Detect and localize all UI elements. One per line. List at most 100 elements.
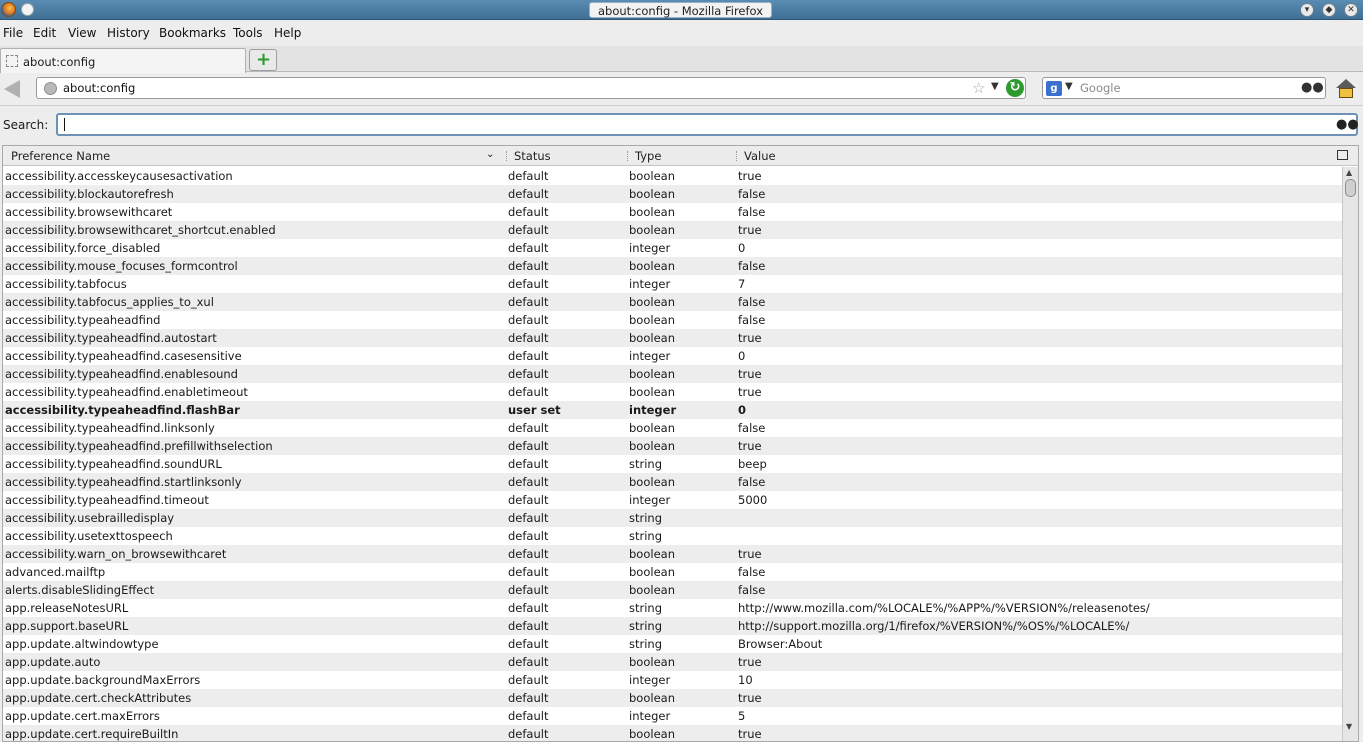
minimize-icon[interactable]: ▾	[1300, 3, 1314, 17]
table-row[interactable]: app.update.cert.checkAttributes default bo…	[3, 689, 1342, 707]
table-row[interactable]: accessibility.typeaheadfind default boolea…	[3, 311, 1342, 329]
column-status[interactable]: Status	[514, 149, 551, 163]
column-picker-icon[interactable]	[1337, 150, 1348, 160]
menu-tools[interactable]: Tools	[233, 26, 263, 40]
status-cell: default	[508, 709, 549, 723]
type-cell: boolean	[629, 205, 675, 219]
preference-name-cell: accessibility.accesskeycausesactivation	[5, 169, 233, 183]
back-arrow-icon[interactable]	[4, 80, 20, 98]
table-row[interactable]: accessibility.typeaheadfind.casesensitiv…	[3, 347, 1342, 365]
value-cell: true	[738, 547, 762, 561]
url-bar[interactable]: about:config ☆ ▼ ↻	[36, 77, 1026, 99]
table-row[interactable]: accessibility.tabfocus default integer 7	[3, 275, 1342, 293]
home-icon[interactable]	[1336, 79, 1356, 99]
type-cell: boolean	[629, 727, 675, 741]
table-row[interactable]: accessibility.warn_on_browsewithcaret def…	[3, 545, 1342, 563]
table-row[interactable]: accessibility.typeaheadfind.enablesound d…	[3, 365, 1342, 383]
column-value[interactable]: Value	[744, 149, 776, 163]
close-icon[interactable]: ✕	[1344, 3, 1358, 17]
table-row[interactable]: accessibility.typeaheadfind.startlinkson…	[3, 473, 1342, 491]
table-row[interactable]: accessibility.typeaheadfind.enabletimeou…	[3, 383, 1342, 401]
url-text[interactable]: about:config	[63, 81, 135, 95]
config-search-input[interactable]: ●●	[56, 113, 1359, 136]
type-cell: boolean	[629, 655, 675, 669]
firefox-icon[interactable]	[1, 2, 16, 17]
table-row[interactable]: accessibility.browsewithcaret_shortcut.e…	[3, 221, 1342, 239]
chevron-down-icon[interactable]: ▼	[1065, 81, 1073, 92]
column-type[interactable]: Type	[635, 149, 661, 163]
value-cell: 7	[738, 277, 746, 291]
table-row[interactable]: accessibility.typeaheadfind.prefillwiths…	[3, 437, 1342, 455]
status-cell: default	[508, 727, 549, 741]
new-tab-button[interactable]: +	[249, 49, 277, 71]
menu-file[interactable]: File	[3, 26, 23, 40]
menu-bar: File Edit View History Bookmarks Tools H…	[0, 20, 1363, 46]
web-search-box[interactable]: g ▼ Google ●●	[1042, 77, 1326, 99]
binoculars-icon[interactable]: ●●	[1301, 80, 1324, 95]
table-row[interactable]: app.releaseNotesURL default string http://w…	[3, 599, 1342, 617]
status-cell: default	[508, 259, 549, 273]
value-cell: false	[738, 259, 766, 273]
table-row[interactable]: accessibility.typeaheadfind.flashBar user…	[3, 401, 1342, 419]
table-row[interactable]: accessibility.tabfocus_applies_to_xul def…	[3, 293, 1342, 311]
type-cell: string	[629, 619, 663, 633]
table-row[interactable]: accessibility.accesskeycausesactivation d…	[3, 167, 1342, 185]
menu-bookmarks[interactable]: Bookmarks	[159, 26, 226, 40]
table-row[interactable]: accessibility.blockautorefresh default boo…	[3, 185, 1342, 203]
status-cell: default	[508, 583, 549, 597]
type-cell: integer	[629, 673, 671, 687]
preference-name-cell: accessibility.tabfocus_applies_to_xul	[5, 295, 214, 309]
table-row[interactable]: app.update.backgroundMaxErrors default int…	[3, 671, 1342, 689]
type-cell: integer	[629, 709, 671, 723]
value-cell: false	[738, 421, 766, 435]
column-preference-name[interactable]: Preference Name	[11, 149, 110, 163]
table-row[interactable]: accessibility.usetexttospeech default stri…	[3, 527, 1342, 545]
menu-history[interactable]: History	[107, 26, 150, 40]
value-cell: false	[738, 475, 766, 489]
menu-edit[interactable]: Edit	[33, 26, 56, 40]
sort-descending-icon[interactable]: ⌄	[486, 149, 494, 160]
type-cell: string	[629, 511, 663, 525]
vertical-scrollbar[interactable]: ▲ ▼	[1342, 167, 1358, 741]
scroll-thumb[interactable]	[1345, 179, 1356, 197]
table-row[interactable]: accessibility.typeaheadfind.timeout defau…	[3, 491, 1342, 509]
type-cell: boolean	[629, 169, 675, 183]
column-splitter[interactable]	[736, 151, 737, 161]
google-icon[interactable]: g	[1046, 81, 1062, 96]
table-row[interactable]: app.update.cert.maxErrors default integer 5	[3, 707, 1342, 725]
maximize-icon[interactable]: ◆	[1322, 3, 1336, 17]
preferences-table: Preference Name ⌄ Status Type Value acce…	[2, 145, 1359, 742]
menu-help[interactable]: Help	[274, 26, 301, 40]
status-cell: default	[508, 313, 549, 327]
reload-icon[interactable]: ↻	[1006, 79, 1024, 97]
table-row[interactable]: advanced.mailftp default boolean false	[3, 563, 1342, 581]
tab-about-config[interactable]: about:config	[0, 48, 246, 73]
table-row[interactable]: accessibility.typeaheadfind.linksonly def…	[3, 419, 1342, 437]
table-row[interactable]: app.update.altwindowtype default string Bro…	[3, 635, 1342, 653]
menu-view[interactable]: View	[68, 26, 96, 40]
table-row[interactable]: app.update.auto default boolean true	[3, 653, 1342, 671]
page-icon	[6, 55, 18, 67]
bookmark-star-icon[interactable]: ☆	[972, 79, 985, 97]
preference-name-cell: accessibility.typeaheadfind.prefillwiths…	[5, 439, 273, 453]
table-row[interactable]: accessibility.typeaheadfind.soundURL defa…	[3, 455, 1342, 473]
scroll-up-icon[interactable]: ▲	[1346, 168, 1352, 177]
window-menu-icon[interactable]	[21, 3, 34, 16]
status-cell: default	[508, 601, 549, 615]
table-row[interactable]: accessibility.mouse_focuses_formcontrol d…	[3, 257, 1342, 275]
chevron-down-icon[interactable]: ▼	[991, 81, 999, 92]
table-row[interactable]: app.support.baseURL default string http://s…	[3, 617, 1342, 635]
status-cell: default	[508, 331, 549, 345]
table-row[interactable]: accessibility.force_disabled default integ…	[3, 239, 1342, 257]
web-search-placeholder[interactable]: Google	[1080, 81, 1121, 95]
column-splitter[interactable]	[627, 151, 628, 161]
table-row[interactable]: app.update.cert.requireBuiltIn default boo…	[3, 725, 1342, 741]
table-row[interactable]: accessibility.browsewithcaret default bool…	[3, 203, 1342, 221]
value-cell: beep	[738, 457, 767, 471]
column-splitter[interactable]	[506, 151, 507, 161]
value-cell: 10	[738, 673, 753, 687]
table-row[interactable]: accessibility.typeaheadfind.autostart def…	[3, 329, 1342, 347]
table-row[interactable]: accessibility.usebrailledisplay default st…	[3, 509, 1342, 527]
scroll-down-icon[interactable]: ▼	[1346, 722, 1352, 731]
table-row[interactable]: alerts.disableSlidingEffect default boolea…	[3, 581, 1342, 599]
